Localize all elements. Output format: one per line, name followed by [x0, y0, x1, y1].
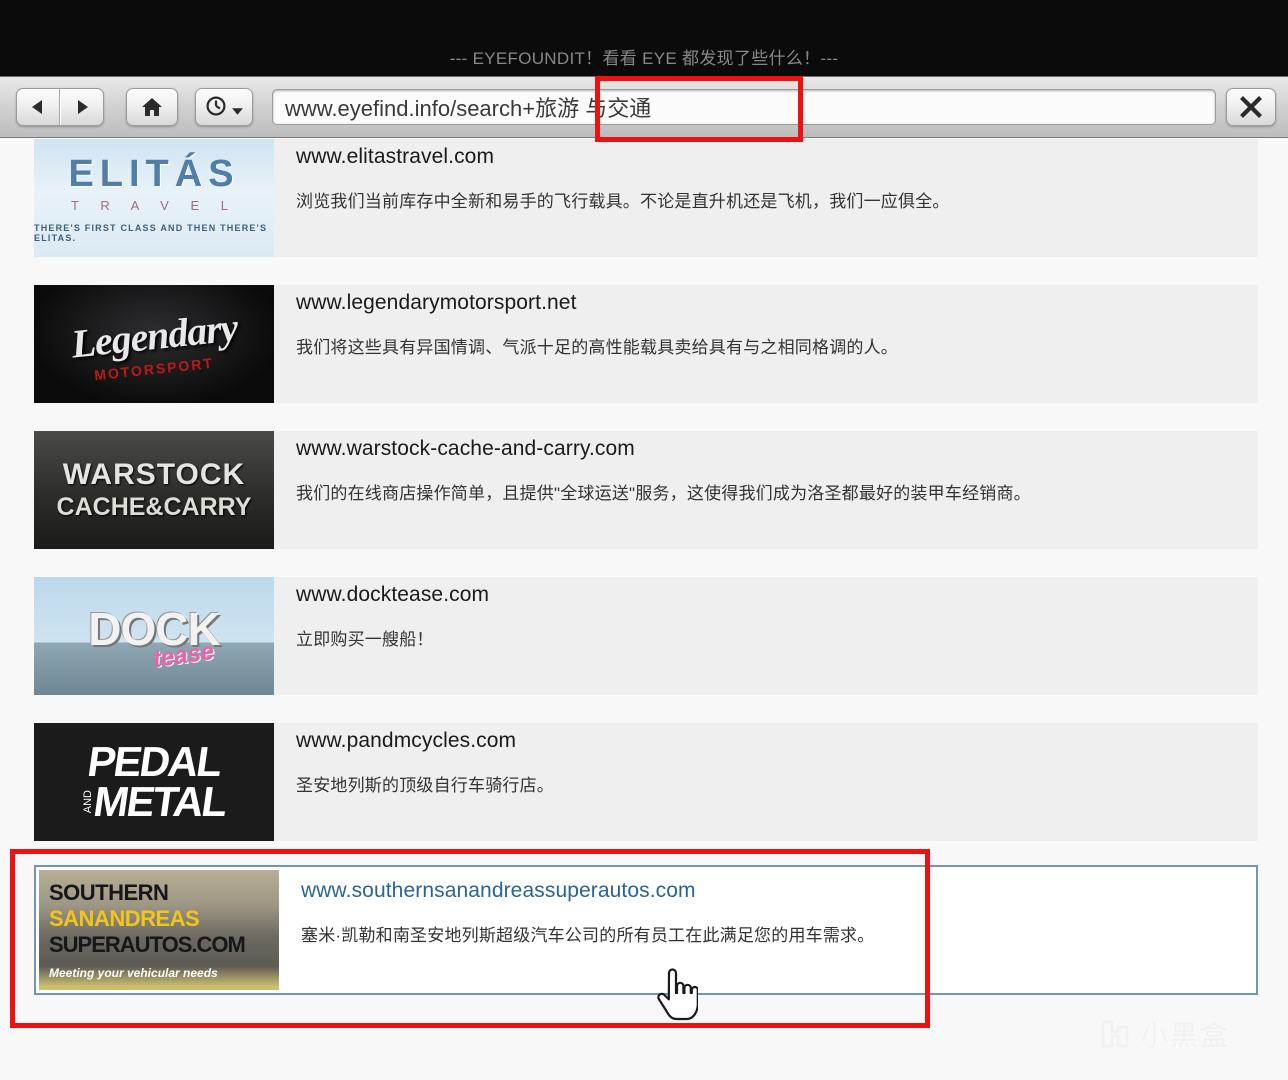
pedal-and-metal-logo: PEDAL AND METAL: [34, 723, 274, 841]
result-url-link[interactable]: www.warstock-cache-and-carry.com: [296, 437, 1031, 461]
result-thumbnail[interactable]: WARSTOCK CACHE&CARRY: [34, 431, 274, 549]
row-separator: [0, 695, 1288, 723]
result-description: 塞米·凯勒和南圣安地列斯超级汽车公司的所有员工在此满足您的用车需求。: [301, 926, 875, 945]
back-button[interactable]: [17, 89, 60, 125]
row-separator: [0, 549, 1288, 577]
result-thumbnail[interactable]: Legendary MOTORSPORT: [34, 285, 274, 403]
warstock-cache-and-carry-logo: WARSTOCK CACHE&CARRY: [34, 431, 274, 549]
result-text: www.warstock-cache-and-carry.com 我们的在线商店…: [274, 431, 1031, 504]
pointing-hand-cursor: [657, 968, 698, 1021]
logo-line-2: T R A V E L: [71, 198, 237, 213]
result-row[interactable]: Legendary MOTORSPORT www.legendarymotors…: [34, 285, 1258, 403]
elitas-travel-logo: ELITÁS T R A V E L THERE'S FIRST CLASS A…: [34, 139, 274, 257]
arrow-left-icon: [32, 100, 42, 114]
logo-line-1: PEDAL: [84, 738, 224, 786]
result-text: www.legendarymotorsport.net 我们将这些具有异国情调、…: [274, 285, 898, 358]
arrow-right-icon: [78, 100, 88, 114]
logo-line-2: CACHE&CARRY: [56, 493, 252, 521]
result-description: 我们的在线商店操作简单，且提供"全球运送"服务，这使得我们成为洛圣都最好的装甲车…: [296, 484, 1031, 503]
row-separator: [0, 403, 1288, 431]
result-row[interactable]: DOCK tease www.docktease.com 立即购买一艘船！: [34, 577, 1258, 695]
forward-button[interactable]: [60, 89, 103, 125]
result-thumbnail[interactable]: DOCK tease: [34, 577, 274, 695]
browser-toolbar: www.eyefind.info/search+旅游 与交通: [0, 76, 1288, 138]
logo-tagline: THERE'S FIRST CLASS AND THEN THERE'S ELI…: [34, 223, 268, 243]
result-thumbnail[interactable]: ELITÁS T R A V E L THERE'S FIRST CLASS A…: [34, 139, 274, 257]
logo-line-3: SUPERAUTOS.COM: [49, 932, 246, 957]
result-description: 浏览我们当前库存中全新和易手的飞行载具。不论是直升机还是飞机，我们一应俱全。: [296, 192, 950, 211]
url-text[interactable]: www.eyefind.info/search+旅游 与交通: [273, 91, 651, 123]
southern-san-andreas-super-autos-logo: SOUTHERN SANANDREAS SUPERAUTOS.COM Meeti…: [39, 870, 279, 990]
result-description: 立即购买一艘船！: [296, 630, 434, 649]
result-url-link[interactable]: www.elitastravel.com: [296, 145, 950, 169]
logo-line-1: WARSTOCK: [62, 458, 246, 491]
address-bar[interactable]: www.eyefind.info/search+旅游 与交通: [272, 89, 1216, 125]
result-thumbnail[interactable]: SOUTHERN SANANDREAS SUPERAUTOS.COM Meeti…: [39, 870, 279, 990]
docktease-logo: DOCK tease: [34, 577, 274, 695]
result-url-link[interactable]: www.docktease.com: [296, 583, 489, 607]
logo-line-1: ELITÁS: [68, 153, 240, 195]
close-icon: [1240, 96, 1262, 118]
result-row[interactable]: WARSTOCK CACHE&CARRY www.warstock-cache-…: [34, 431, 1258, 549]
logo-tagline: Meeting your vehicular needs: [49, 966, 218, 980]
home-icon: [142, 98, 162, 116]
chevron-down-icon: [231, 108, 243, 115]
logo-line-1: Legendary: [68, 303, 240, 367]
close-button[interactable]: [1226, 88, 1276, 126]
result-row-selected[interactable]: SOUTHERN SANANDREAS SUPERAUTOS.COM Meeti…: [34, 865, 1258, 995]
result-thumbnail[interactable]: PEDAL AND METAL: [34, 723, 274, 841]
logo-line-1: SOUTHERN: [49, 880, 169, 905]
browser-title-bar: --- EYEFOUNDIT！看看 EYE 都发现了些什么！---: [0, 0, 1288, 76]
logo-line-2: SANANDREAS: [49, 906, 200, 931]
history-clock-icon: [206, 96, 225, 116]
result-text: www.docktease.com 立即购买一艘船！: [274, 577, 489, 650]
result-description: 我们将这些具有异国情调、气派十足的高性能载具卖给具有与之相同格调的人。: [296, 338, 898, 357]
result-url-link[interactable]: www.pandmcycles.com: [296, 729, 554, 753]
page-title: --- EYEFOUNDIT！看看 EYE 都发现了些什么！---: [449, 49, 839, 68]
navigation-button-group: [16, 88, 104, 126]
result-text: www.southernsanandreassuperautos.com 塞米·…: [279, 867, 874, 946]
watermark: 小黑盒: [1098, 1014, 1230, 1054]
history-button[interactable]: [195, 88, 253, 126]
result-description: 圣安地列斯的顶级自行车骑行店。: [296, 776, 554, 795]
result-text: www.elitastravel.com 浏览我们当前库存中全新和易手的飞行载具…: [274, 139, 950, 212]
row-separator: [0, 841, 1288, 865]
logo-line-2-row: AND METAL: [82, 778, 230, 825]
legendary-motorsport-logo: Legendary MOTORSPORT: [34, 285, 274, 403]
result-text: www.pandmcycles.com 圣安地列斯的顶级自行车骑行店。: [274, 723, 554, 796]
result-row[interactable]: PEDAL AND METAL www.pandmcycles.com 圣安地列…: [34, 723, 1258, 841]
logo-line-2: METAL: [90, 778, 230, 825]
row-separator: [0, 257, 1288, 285]
result-url-link[interactable]: www.southernsanandreassuperautos.com: [301, 879, 874, 903]
home-button[interactable]: [126, 88, 178, 126]
watermark-text: 小黑盒: [1140, 1019, 1231, 1052]
result-row[interactable]: ELITÁS T R A V E L THERE'S FIRST CLASS A…: [34, 139, 1258, 257]
search-results-list: ELITÁS T R A V E L THERE'S FIRST CLASS A…: [0, 139, 1288, 1080]
xiaoheihe-logo-icon: [1101, 1020, 1129, 1048]
result-url-link[interactable]: www.legendarymotorsport.net: [296, 291, 898, 315]
